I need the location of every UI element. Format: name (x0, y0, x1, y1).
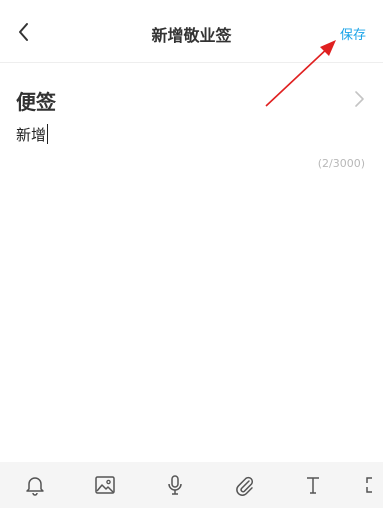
header-bar: 新增敬业签 保存 (0, 0, 383, 63)
expand-button[interactable] (362, 472, 380, 498)
page-title: 新增敬业签 (151, 26, 232, 45)
chevron-right-icon (355, 91, 364, 107)
image-icon (95, 476, 115, 494)
insert-image-button[interactable] (92, 472, 118, 498)
save-button[interactable]: 保存 (340, 24, 366, 43)
text-format-icon (307, 477, 319, 494)
bottom-toolbar (0, 462, 383, 508)
text-caret (47, 124, 49, 144)
attachment-icon (236, 476, 253, 496)
bell-icon (26, 477, 44, 496)
expand-icon (366, 477, 372, 493)
reminder-button[interactable] (22, 472, 48, 498)
microphone-icon (168, 475, 182, 495)
category-label: 便签 (16, 90, 56, 114)
category-selector[interactable]: 便签 (0, 82, 383, 116)
note-content-text: 新增 (16, 126, 47, 144)
note-content-editor[interactable]: 新增 (16, 124, 361, 146)
text-format-button[interactable] (300, 472, 326, 498)
attachment-button[interactable] (231, 472, 257, 498)
character-count: (2/3000) (317, 157, 365, 170)
voice-record-button[interactable] (162, 472, 188, 498)
